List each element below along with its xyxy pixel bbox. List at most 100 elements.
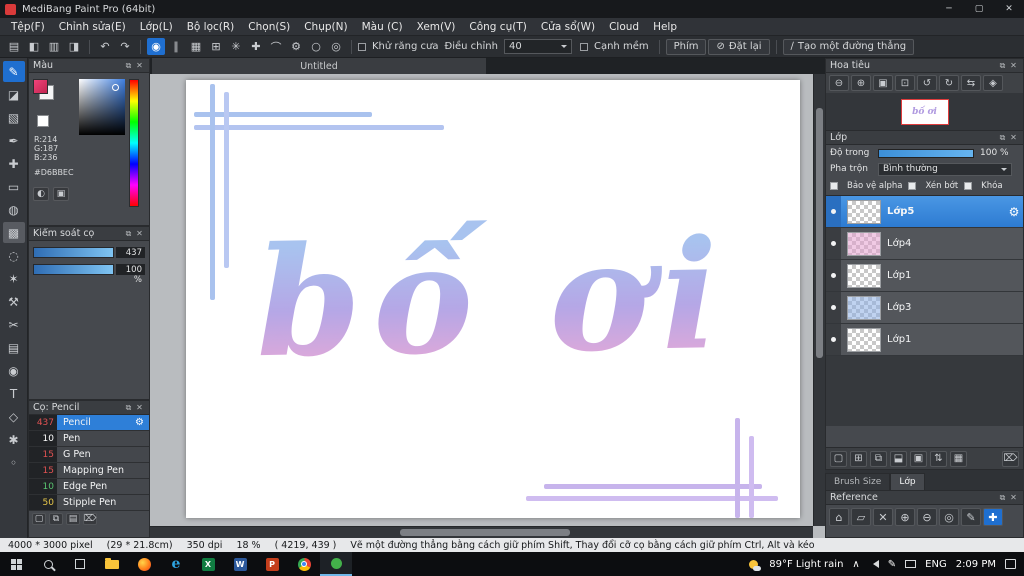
layer-visibility-toggle[interactable] [826, 260, 841, 291]
menu-select[interactable]: Chọn(S) [241, 21, 297, 33]
close-icon[interactable]: ✕ [1008, 61, 1019, 70]
menu-edit[interactable]: Chỉnh sửa(E) [52, 21, 133, 33]
menu-filter[interactable]: Bộ lọc(R) [180, 21, 242, 33]
word-button[interactable]: W [224, 552, 256, 576]
menu-file[interactable]: Tệp(F) [4, 21, 52, 33]
layer-row[interactable]: Lớp4 [826, 228, 1023, 260]
palette-icon[interactable]: ◧ [25, 38, 43, 55]
opacity-slider[interactable] [878, 148, 974, 158]
divide-tool-icon[interactable]: ▤ [3, 337, 25, 358]
add-brush-icon[interactable]: ▢ [32, 513, 46, 525]
tray-overflow-chevron-icon[interactable]: ∧ [852, 559, 859, 570]
canvas-page[interactable]: bố ơi [186, 80, 800, 518]
close-icon[interactable]: ✕ [134, 61, 145, 70]
fit-window-icon[interactable]: ▣ [873, 75, 893, 91]
ellipse-snap-icon[interactable]: ○ [307, 38, 325, 55]
delete-brush-icon[interactable]: ⌦ [83, 513, 97, 525]
scissors-tool-icon[interactable]: ✂ [3, 314, 25, 335]
close-icon[interactable]: ✕ [873, 508, 893, 526]
select-tool-icon[interactable]: ▧ [3, 107, 25, 128]
zoom-out-icon[interactable]: ⊖ [829, 75, 849, 91]
pen-icon[interactable]: ✎ [888, 559, 896, 570]
eraser-tool-icon[interactable]: ◪ [3, 84, 25, 105]
maximize-button[interactable]: ▢ [964, 0, 994, 18]
lock-checkbox[interactable] [964, 182, 973, 190]
layer-settings-icon[interactable]: ⚙ [1005, 205, 1023, 219]
zoom-in-icon[interactable]: ⊕ [895, 508, 915, 526]
menu-view[interactable]: Xem(V) [410, 21, 463, 33]
menu-cloud[interactable]: Cloud [602, 21, 646, 33]
layer-visibility-toggle[interactable] [826, 292, 841, 323]
snap-settings-icon[interactable]: ⚙ [287, 38, 305, 55]
start-button[interactable] [0, 552, 32, 576]
soft-edge-checkbox[interactable] [579, 42, 588, 51]
notification-center-icon[interactable] [1005, 559, 1016, 569]
menu-color[interactable]: Màu (C) [355, 21, 410, 33]
alpha-protect-checkbox[interactable] [830, 182, 838, 190]
zoom-tool-icon[interactable]: ◉ [3, 360, 25, 381]
excel-button[interactable]: X [192, 552, 224, 576]
export-icon[interactable]: ◨ [65, 38, 83, 55]
rotate-ccw-icon[interactable]: ↺ [917, 75, 937, 91]
brush-opacity-slider[interactable] [33, 264, 114, 275]
flip-icon[interactable]: ⇆ [961, 75, 981, 91]
menu-window[interactable]: Cửa sổ(W) [534, 21, 602, 33]
brush-settings-icon[interactable]: ⚙ [135, 417, 149, 428]
duplicate-layer-icon[interactable]: ⧉ [870, 450, 887, 467]
layer-row[interactable]: Lớp1 [826, 324, 1023, 356]
navigator-viewport[interactable]: bố ơi [900, 99, 949, 125]
folder-icon[interactable]: ▱ [851, 508, 871, 526]
snap-off-icon[interactable]: ◉ [147, 38, 165, 55]
shape-tool-icon[interactable]: ◇ [3, 406, 25, 427]
add-folder-icon[interactable]: ⊞ [850, 450, 867, 467]
hand-tool-icon[interactable]: ✱ [3, 429, 25, 450]
foreground-color-swatch[interactable] [33, 79, 48, 94]
brush-row[interactable]: 50 Stipple Pen [29, 495, 149, 511]
search-button[interactable] [32, 552, 64, 576]
popout-icon[interactable]: ⧉ [123, 229, 134, 239]
brush-row[interactable]: 437 Pencil ⚙ [29, 415, 149, 431]
firefox-button[interactable] [128, 552, 160, 576]
bucket-tool-icon[interactable]: ◍ [3, 199, 25, 220]
saturation-value-picker[interactable] [79, 79, 125, 135]
mask-layer-icon[interactable]: ▦ [950, 450, 967, 467]
weather-text[interactable]: 89°F Light rain [769, 559, 843, 570]
color-wheel-icon[interactable]: ◐ [33, 187, 49, 201]
brush-row[interactable]: 15 Mapping Pen [29, 463, 149, 479]
horizontal-scrollbar-thumb[interactable] [400, 529, 570, 536]
hand-icon[interactable]: ✚ [983, 508, 1003, 526]
comment-icon[interactable]: ▥ [45, 38, 63, 55]
close-icon[interactable]: ✕ [1008, 493, 1019, 502]
layer-row[interactable]: Lớp3 [826, 292, 1023, 324]
brush-size-slider[interactable] [33, 247, 114, 258]
home-icon[interactable]: ⌂ [829, 508, 849, 526]
menu-capture[interactable]: Chụp(N) [297, 21, 354, 33]
curve-snap-icon[interactable]: ⌒ [267, 38, 285, 55]
lasso-tool-icon[interactable]: ◌ [3, 245, 25, 266]
cross-snap-icon[interactable]: ⊞ [207, 38, 225, 55]
vertical-scrollbar-thumb[interactable] [816, 108, 823, 358]
undo-icon[interactable]: ↶ [96, 38, 114, 55]
close-icon[interactable]: ✕ [134, 229, 145, 238]
reset-button[interactable]: ⊘ Đặt lại [708, 38, 770, 55]
popout-icon[interactable]: ⧉ [123, 61, 134, 71]
brush-folder-icon[interactable]: ▤ [66, 513, 80, 525]
popout-icon[interactable]: ⧉ [997, 133, 1008, 143]
zoom-reset-icon[interactable]: ◎ [939, 508, 959, 526]
duplicate-brush-icon[interactable]: ⧉ [49, 513, 63, 525]
language-indicator[interactable]: ENG [925, 559, 947, 570]
close-icon[interactable]: ✕ [1008, 133, 1019, 142]
reset-view-icon[interactable]: ◈ [983, 75, 1003, 91]
parallel-snap-icon[interactable]: ∥ [167, 38, 185, 55]
radial-snap-icon[interactable]: ✳ [227, 38, 245, 55]
clock[interactable]: 2:09 PM [956, 559, 996, 570]
actual-size-icon[interactable]: ⊡ [895, 75, 915, 91]
transfer-layer-icon[interactable]: ⇅ [930, 450, 947, 467]
concentric-snap-icon[interactable]: ◎ [327, 38, 345, 55]
hue-slider[interactable] [129, 79, 139, 207]
tab-layer[interactable]: Lớp [890, 473, 925, 490]
popout-icon[interactable]: ⧉ [997, 493, 1008, 503]
edge-button[interactable]: e [160, 552, 192, 576]
redo-icon[interactable]: ↷ [116, 38, 134, 55]
layer-visibility-toggle[interactable] [826, 228, 841, 259]
